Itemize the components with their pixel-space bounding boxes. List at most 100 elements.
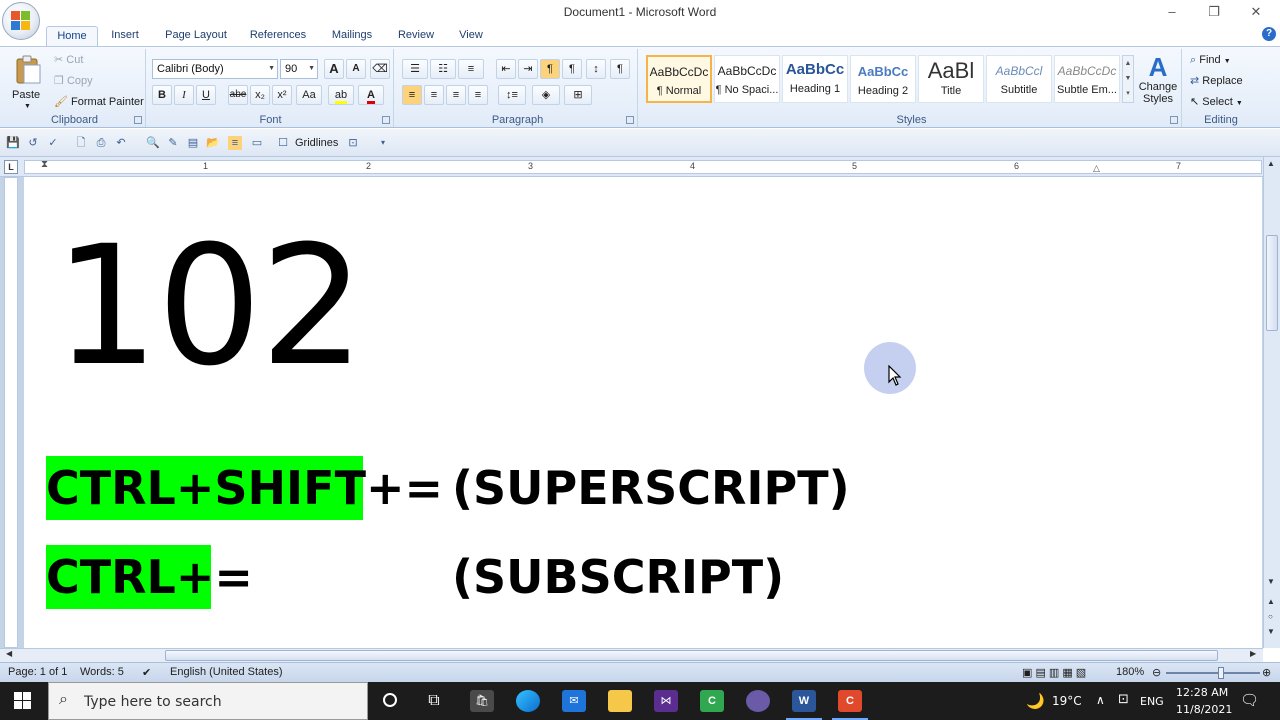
highlight-button[interactable]: ab bbox=[328, 85, 354, 105]
page-count[interactable]: Page: 1 of 1 bbox=[8, 666, 67, 678]
prev-page-icon[interactable]: ▲ bbox=[1267, 597, 1275, 606]
app-purple-icon[interactable] bbox=[746, 690, 770, 712]
spelling-icon[interactable]: ✓ bbox=[46, 136, 60, 150]
underline-button[interactable]: U bbox=[196, 85, 216, 105]
clear-format-icon[interactable]: ⌫ bbox=[370, 59, 390, 79]
browse-object-icon[interactable]: ○ bbox=[1268, 612, 1273, 621]
copy-button[interactable]: ❐ Copy bbox=[54, 72, 93, 90]
word-taskbar-icon[interactable]: W bbox=[792, 690, 816, 712]
italic-button[interactable]: I bbox=[174, 85, 194, 105]
indent-marker-icon[interactable]: ⧗ bbox=[41, 159, 48, 170]
clock-time[interactable]: 12:28 AM bbox=[1176, 686, 1228, 699]
view-buttons[interactable]: ▣ ▤ ▥ ▦ ▧ bbox=[1022, 666, 1086, 679]
camtasia-icon[interactable]: C bbox=[838, 690, 862, 712]
start-button[interactable] bbox=[0, 682, 46, 720]
change-styles-button[interactable]: A Change Styles bbox=[1136, 53, 1180, 113]
language-status[interactable]: English (United States) bbox=[170, 666, 283, 678]
styles-launcher-icon[interactable] bbox=[1170, 116, 1178, 124]
clock-date[interactable]: 11/8/2021 bbox=[1176, 703, 1232, 716]
cut-button[interactable]: ✂ Cut bbox=[54, 51, 83, 69]
tab-mailings[interactable]: Mailings bbox=[324, 26, 380, 46]
font-name-combo[interactable]: Calibri (Body) ▼ bbox=[152, 59, 278, 79]
tab-home[interactable]: Home bbox=[46, 26, 98, 46]
tab-selector[interactable]: L bbox=[4, 160, 18, 174]
font-launcher-icon[interactable] bbox=[382, 116, 390, 124]
help-icon[interactable]: ? bbox=[1262, 27, 1276, 41]
vertical-scroll-thumb[interactable] bbox=[1266, 235, 1278, 331]
borders-icon[interactable]: ⊞ bbox=[564, 85, 592, 105]
tab-view[interactable]: View bbox=[450, 26, 492, 46]
notifications-icon[interactable]: 🗨 bbox=[1240, 691, 1259, 709]
rtl-icon[interactable]: ¶ bbox=[562, 59, 582, 79]
style-title[interactable]: AaBl Title bbox=[918, 55, 984, 103]
zoom-level[interactable]: 180% bbox=[1116, 666, 1144, 678]
visual-studio-icon[interactable]: ⋈ bbox=[654, 690, 678, 712]
vertical-ruler[interactable] bbox=[4, 177, 18, 648]
subscript-button[interactable]: x₂ bbox=[250, 85, 270, 105]
close-button[interactable]: ✕ bbox=[1236, 2, 1276, 22]
office-button[interactable] bbox=[2, 2, 40, 40]
undo-arrow-icon[interactable]: ↶ bbox=[114, 136, 128, 150]
undo-icon[interactable]: ↺ bbox=[26, 136, 40, 150]
horizontal-scroll-thumb[interactable] bbox=[165, 650, 1218, 661]
print-icon[interactable]: ⎙ bbox=[94, 136, 108, 150]
proofing-icon[interactable]: ✔ bbox=[142, 666, 151, 679]
multilevel-list-icon[interactable]: ≡ bbox=[458, 59, 484, 79]
sort-icon[interactable]: ↕ bbox=[586, 59, 606, 79]
file-explorer-icon[interactable] bbox=[608, 690, 632, 712]
edit-icon[interactable]: ✎ bbox=[166, 136, 180, 150]
style-heading-2[interactable]: AaBbCc Heading 2 bbox=[850, 55, 916, 103]
line-spacing-icon[interactable]: ↕≡ bbox=[498, 85, 526, 105]
open-folder-icon[interactable]: 📂 bbox=[206, 136, 220, 150]
gridlines-checkbox[interactable]: ☐ bbox=[276, 136, 290, 150]
numbering-icon[interactable]: ☷ bbox=[430, 59, 456, 79]
clipboard-launcher-icon[interactable] bbox=[134, 116, 142, 124]
print-preview-icon[interactable]: 🔍 bbox=[146, 136, 160, 150]
scroll-down-icon[interactable]: ▼ bbox=[1267, 577, 1275, 586]
align-left-icon[interactable]: ≡ bbox=[402, 85, 422, 105]
word-count[interactable]: Words: 5 bbox=[80, 666, 124, 678]
document-page[interactable]: 102 CTRL+SHIFT+= (SUPERSCRIPT) CTRL+= (S… bbox=[24, 177, 1262, 648]
customize-qat-icon[interactable]: ▾ bbox=[376, 136, 390, 150]
bullets-icon[interactable]: ☰ bbox=[402, 59, 428, 79]
table-icon[interactable]: ▤ bbox=[186, 136, 200, 150]
minimize-button[interactable]: – bbox=[1152, 2, 1192, 22]
save-icon[interactable]: 💾 bbox=[6, 136, 20, 150]
font-color-button[interactable]: A bbox=[358, 85, 384, 105]
increase-indent-icon[interactable]: ⇥ bbox=[518, 59, 538, 79]
tab-insert[interactable]: Insert bbox=[104, 26, 146, 46]
tray-overflow-icon[interactable]: ∧ bbox=[1096, 693, 1105, 707]
style-no-spacing[interactable]: AaBbCcDc ¶ No Spaci... bbox=[714, 55, 780, 103]
input-language[interactable]: ENG bbox=[1140, 695, 1164, 708]
tab-page-layout[interactable]: Page Layout bbox=[160, 26, 232, 46]
app-green-icon[interactable]: C bbox=[700, 690, 724, 712]
grow-font-button[interactable]: A bbox=[324, 59, 344, 79]
horizontal-scrollbar[interactable]: ◀ ▶ bbox=[0, 648, 1263, 662]
paste-button[interactable]: Paste ▼ bbox=[8, 53, 48, 113]
shading-icon[interactable]: ◈ bbox=[532, 85, 560, 105]
superscript-button[interactable]: x² bbox=[272, 85, 292, 105]
store-icon[interactable]: 🛍 bbox=[470, 690, 494, 712]
zoom-slider-thumb[interactable] bbox=[1218, 667, 1224, 679]
tab-review[interactable]: Review bbox=[392, 26, 440, 46]
align-center-icon[interactable]: ≡ bbox=[424, 85, 444, 105]
style-subtle-emphasis[interactable]: AaBbCcDc Subtle Em... bbox=[1054, 55, 1120, 103]
next-page-icon[interactable]: ▼ bbox=[1267, 627, 1275, 636]
edge-icon[interactable] bbox=[516, 690, 540, 712]
align-right-icon[interactable]: ≡ bbox=[446, 85, 466, 105]
new-document-icon[interactable]: 🗋 bbox=[74, 136, 88, 150]
paragraph-launcher-icon[interactable] bbox=[626, 116, 634, 124]
strikethrough-button[interactable]: abe bbox=[228, 85, 248, 105]
tab-references[interactable]: References bbox=[244, 26, 312, 46]
change-case-button[interactable]: Aa bbox=[296, 85, 322, 105]
taskbar-search[interactable]: ⌕ Type here to search bbox=[48, 682, 368, 720]
format-painter-button[interactable]: 🖌 Format Painter bbox=[54, 93, 144, 111]
maximize-button[interactable]: ❐ bbox=[1194, 2, 1234, 22]
style-subtitle[interactable]: AaBbCcl Subtitle bbox=[986, 55, 1052, 103]
replace-button[interactable]: ⇄ Replace bbox=[1190, 72, 1243, 90]
scroll-up-icon[interactable]: ▲ bbox=[1267, 159, 1275, 168]
style-heading-1[interactable]: AaBbCc Heading 1 bbox=[782, 55, 848, 103]
justify-icon[interactable]: ≡ bbox=[468, 85, 488, 105]
mail-icon[interactable]: ✉ bbox=[562, 690, 586, 712]
zoom-in-icon[interactable]: ⊕ bbox=[1262, 666, 1271, 679]
